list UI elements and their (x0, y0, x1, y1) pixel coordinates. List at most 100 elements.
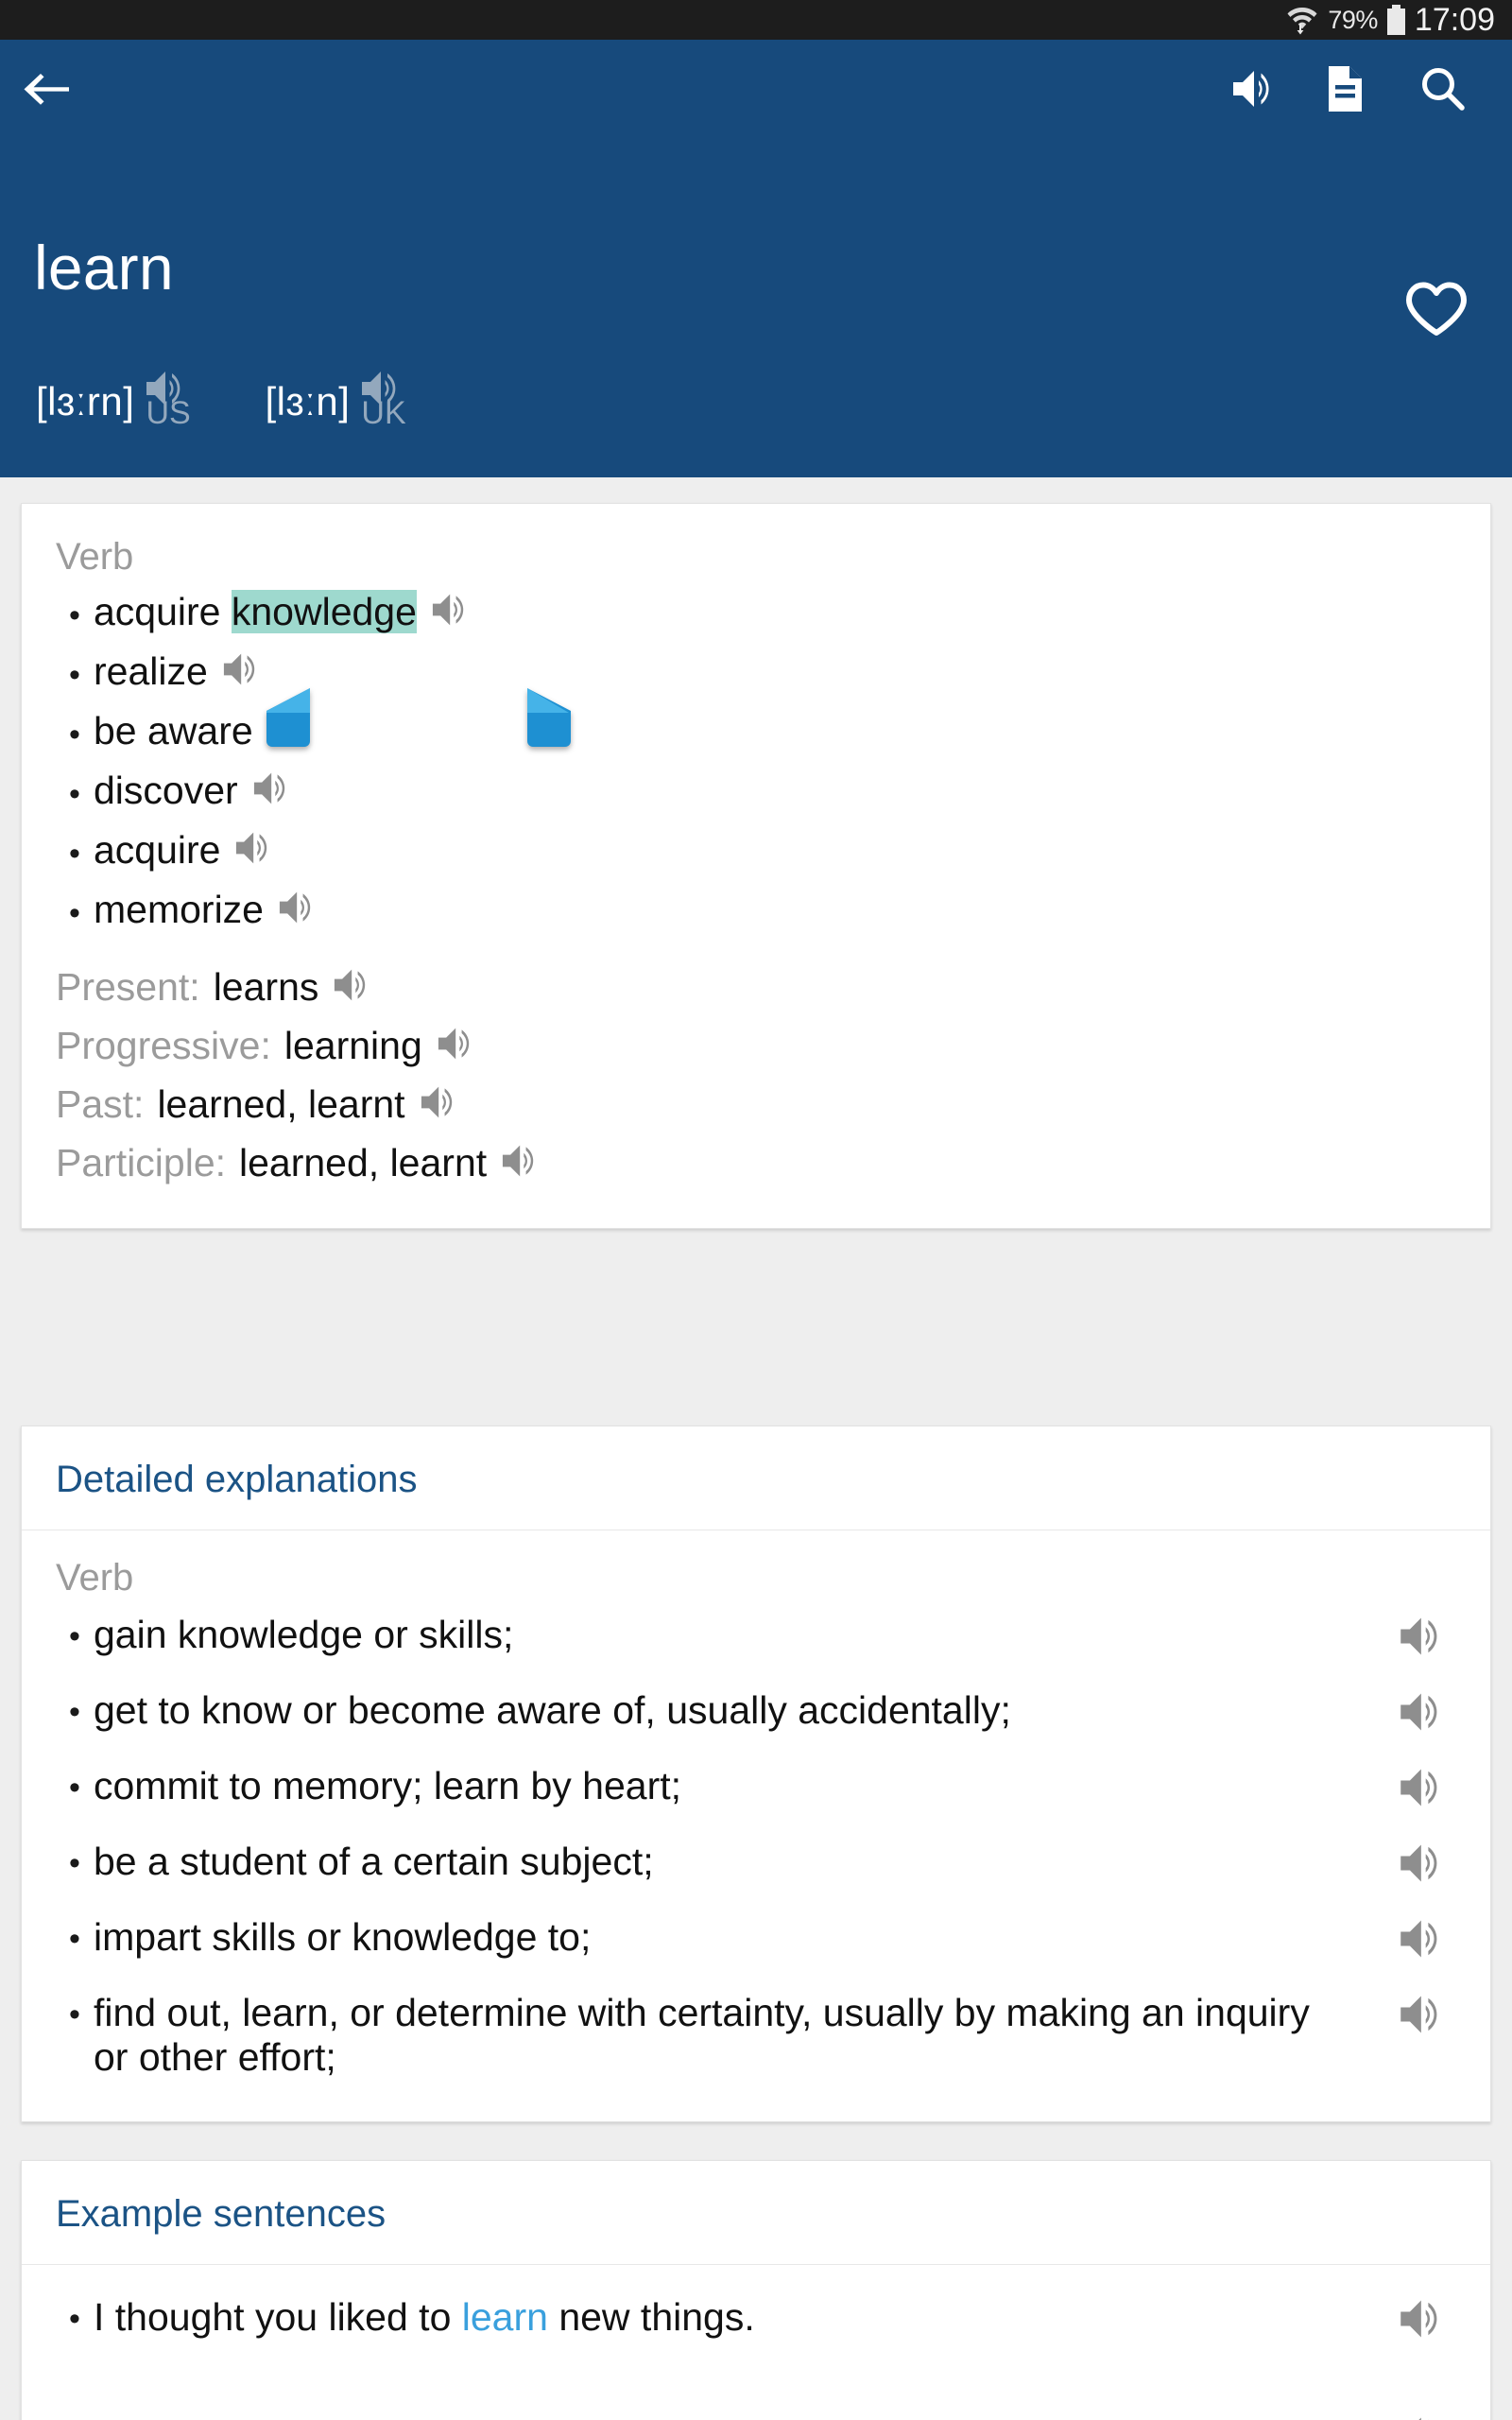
speaker-icon[interactable] (1398, 1613, 1449, 1665)
speaker-icon[interactable] (1398, 1688, 1449, 1740)
form-value: learned, learnt (239, 1140, 488, 1184)
selection-handle-end[interactable] (527, 688, 571, 747)
speaker-icon[interactable] (332, 965, 375, 1010)
part-of-speech-label: Verb (56, 1557, 134, 1599)
list-item[interactable]: • commit to memory; learn by heart; (56, 1762, 1456, 1830)
form-value: learning (284, 1023, 422, 1067)
list-item[interactable]: • acquire (56, 822, 1456, 877)
speaker-icon[interactable] (419, 1082, 462, 1127)
speaker-icon[interactable] (1398, 1840, 1449, 1892)
pronunciation-uk[interactable]: [lɜːn] UK (265, 372, 418, 431)
bullet-icon: • (69, 1694, 80, 1730)
explanation-text: be a student of a certain subject; (94, 1840, 654, 1883)
back-arrow-icon (24, 74, 69, 105)
sense-text-pre: acquire (94, 589, 232, 633)
explanation-text: impart skills or knowledge to; (94, 1915, 592, 1959)
bullet-icon: • (69, 1618, 80, 1654)
pronounce-uk-button[interactable]: UK (357, 372, 418, 431)
bullet-icon: • (69, 1996, 80, 2032)
bullet-icon: • (69, 596, 80, 633)
favorite-button[interactable] (1402, 276, 1470, 344)
list-item[interactable]: • find out, learn, or determine with cer… (56, 1989, 1456, 2080)
speaker-icon[interactable] (251, 769, 295, 813)
bullet-icon: • (69, 2301, 80, 2337)
bullet-icon: • (69, 716, 80, 752)
sense-text: be aware (94, 708, 253, 752)
bullet-icon: • (69, 835, 80, 872)
example-sentences-body: • I thought you liked to learn new thing… (22, 2265, 1490, 2420)
form-value: learns (213, 964, 319, 1009)
pronunciation-us[interactable]: [lɜːrn] US (36, 372, 202, 431)
list-item[interactable]: • acquire knowledge (56, 584, 1456, 639)
speaker-icon[interactable] (436, 1024, 479, 1068)
form-key: Past: (56, 1081, 145, 1126)
pronounce-us-button[interactable]: US (142, 372, 202, 431)
example-text-pre: I thought you liked to (94, 2295, 462, 2339)
explanation-text: gain knowledge or skills; (94, 1613, 514, 1656)
sense-text: discover (94, 768, 238, 812)
speaker-icon[interactable] (221, 649, 265, 694)
example-text: I thought you liked to learn new things. (94, 2293, 755, 2340)
speaker-icon[interactable] (1398, 2295, 1449, 2347)
speaker-icon[interactable] (233, 828, 277, 873)
ipa-us: [lɜːrn] (36, 379, 135, 424)
explanation-text: get to know or become aware of, usually … (94, 1688, 1011, 1732)
detailed-explanations-body: Verb • gain knowledge or skills; • get t… (22, 1530, 1490, 2121)
list-item[interactable] (56, 2369, 1456, 2420)
article-button[interactable] (1315, 62, 1374, 115)
region-label-us: US (146, 395, 191, 431)
speaker-icon[interactable] (1398, 1915, 1449, 1967)
list-item[interactable]: • impart skills or knowledge to; (56, 1913, 1456, 1981)
bullet-icon: • (69, 656, 80, 693)
list-item[interactable]: • gain knowledge or skills; (56, 1611, 1456, 1679)
speaker-icon[interactable] (1398, 1764, 1449, 1816)
back-button[interactable] (13, 60, 79, 117)
document-icon (1329, 66, 1362, 112)
list-item[interactable]: • be a student of a certain subject; (56, 1838, 1456, 1906)
clock-label: 17:09 (1414, 1, 1495, 38)
app-root: 79% 17:09 learn [lɜːrn] US [lɜːn] UK Ver… (0, 0, 1512, 2420)
search-button[interactable] (1414, 62, 1472, 115)
page-title: learn (34, 233, 174, 302)
battery-percent-label: 79% (1328, 5, 1378, 34)
list-item[interactable]: • get to know or become aware of, usuall… (56, 1686, 1456, 1754)
list-item[interactable]: • memorize (56, 882, 1456, 937)
selection-handle-start[interactable] (266, 688, 310, 747)
meanings-list: • acquire knowledge • realize • be aware (56, 584, 1456, 937)
speaker-icon[interactable] (1398, 2412, 1449, 2420)
explanation-text: commit to memory; learn by heart; (94, 1764, 682, 1807)
app-bar: learn [lɜːrn] US [lɜːn] UK (0, 40, 1512, 477)
speaker-icon[interactable] (430, 590, 473, 634)
form-row-present[interactable]: Present: learns (56, 958, 1456, 1016)
example-text-post: new things. (547, 2295, 755, 2339)
pronounce-button[interactable] (1225, 62, 1283, 115)
form-row-participle[interactable]: Participle: learned, learnt (56, 1133, 1456, 1192)
bullet-icon: • (69, 1770, 80, 1806)
status-bar: 79% 17:09 (0, 0, 1512, 40)
sense-text: acquire (94, 827, 221, 872)
detailed-explanations-card: Detailed explanations Verb • gain knowle… (21, 1426, 1491, 2123)
list-item[interactable]: • discover (56, 763, 1456, 818)
wifi-updown-icon (1286, 5, 1318, 35)
selected-text[interactable]: knowledge (231, 589, 417, 633)
speaker-icon[interactable] (277, 888, 320, 932)
bullet-icon: • (69, 775, 80, 812)
sense-text: realize (94, 648, 208, 693)
speaker-icon[interactable] (500, 1141, 543, 1185)
speaker-icon[interactable] (1398, 1991, 1449, 2043)
battery-icon (1386, 5, 1405, 35)
card-title: Example sentences (22, 2161, 1490, 2265)
sense-text: memorize (94, 887, 264, 931)
form-key: Participle: (56, 1140, 227, 1184)
meanings-card: Verb • acquire knowledge • realize • be … (21, 503, 1491, 1229)
verb-forms: Present: learns Progressive: learning Pa… (56, 958, 1456, 1192)
app-bar-toolbar (0, 40, 1512, 134)
search-icon (1422, 68, 1465, 111)
example-keyword[interactable]: learn (462, 2295, 548, 2339)
form-row-past[interactable]: Past: learned, learnt (56, 1075, 1456, 1133)
explanations-list: • gain knowledge or skills; • get to kno… (56, 1611, 1456, 2080)
form-row-progressive[interactable]: Progressive: learning (56, 1016, 1456, 1075)
list-item[interactable]: • I thought you liked to learn new thing… (56, 2293, 1456, 2361)
heart-outline-icon (1406, 282, 1467, 336)
bullet-icon: • (69, 1845, 80, 1881)
